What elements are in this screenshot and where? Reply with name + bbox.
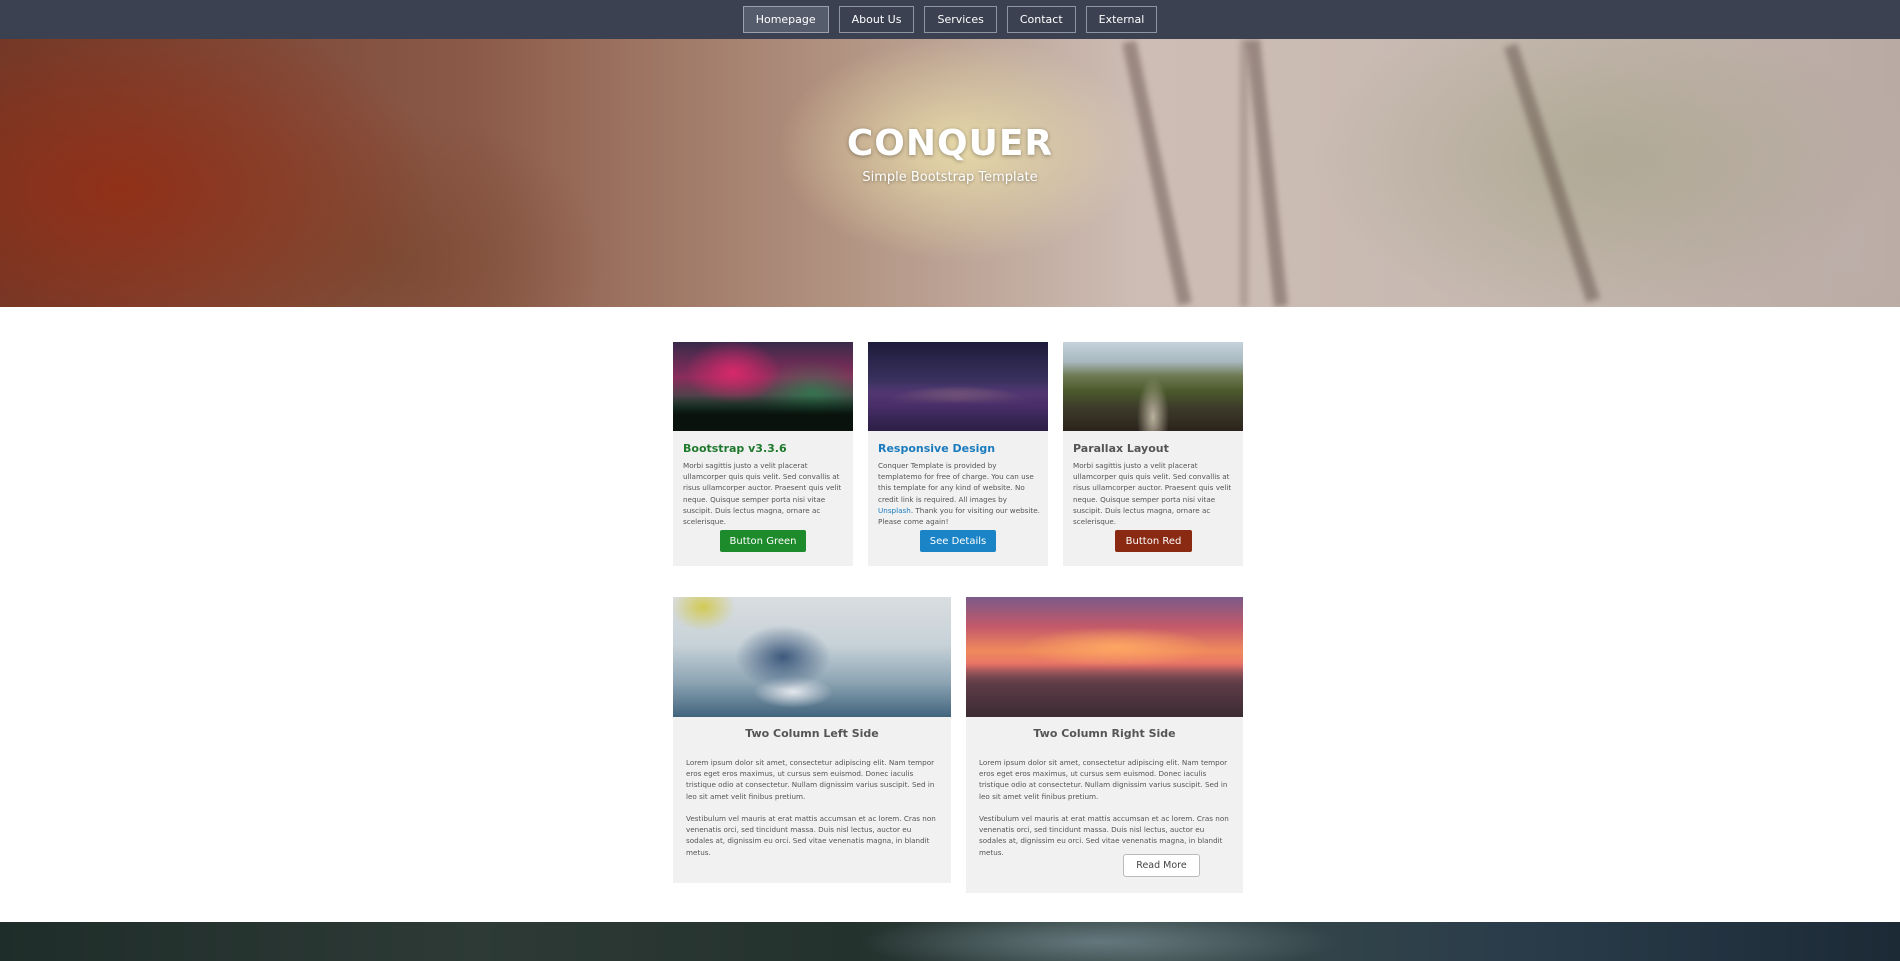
see-details-button[interactable]: See Details [920,530,996,552]
column-title: Two Column Right Side [1033,727,1176,740]
column-paragraph: Vestibulum vel mauris at erat mattis acc… [979,814,1229,857]
nav-external[interactable]: External [1085,6,1158,33]
nav-services[interactable]: Services [924,6,997,33]
nav-about-us[interactable]: About Us [838,6,915,33]
column-paragraph: Lorem ipsum dolor sit amet, consectetur … [686,758,935,801]
card-title: Responsive Design [878,442,996,455]
water-glass-image [673,597,951,717]
parallax-banner [0,922,1900,961]
hero-subtitle: Simple Bootstrap Template [862,170,1038,185]
card-title: Bootstrap v3.3.6 [683,442,787,455]
nav-homepage[interactable]: Homepage [742,6,829,33]
hero-banner: CONQUER Simple Bootstrap Template [0,39,1900,307]
card-text: Morbi sagittis justo a velit placerat ul… [683,461,842,527]
hero-title: CONQUER [846,123,1054,164]
nav-contact[interactable]: Contact [1006,6,1076,33]
aurora-image [673,342,853,431]
column-paragraph: Vestibulum vel mauris at erat mattis acc… [686,814,936,857]
column-paragraph: Lorem ipsum dolor sit amet, consectetur … [979,758,1228,801]
sunset-image [966,597,1243,717]
two-column-right: Two Column Right Side Lorem ipsum dolor … [966,597,1243,893]
two-column-left: Two Column Left Side Lorem ipsum dolor s… [673,597,951,883]
card-title: Parallax Layout [1073,442,1169,455]
button-red[interactable]: Button Red [1115,530,1192,552]
feature-card-bootstrap: Bootstrap v3.3.6 Morbi sagittis justo a … [673,342,853,566]
top-navbar: Homepage About Us Services Contact Exter… [0,0,1900,39]
card-text: Conquer Template is provided by template… [878,461,1040,527]
card-text: Morbi sagittis justo a velit placerat ul… [1073,461,1232,527]
railway-image [1063,342,1243,431]
city-bridge-image [868,342,1048,431]
column-title: Two Column Left Side [745,727,879,740]
button-green[interactable]: Button Green [720,530,806,552]
feature-card-responsive: Responsive Design Conquer Template is pr… [868,342,1048,566]
unsplash-link[interactable]: Unsplash [878,506,911,515]
feature-card-parallax: Parallax Layout Morbi sagittis justo a v… [1063,342,1243,566]
read-more-button[interactable]: Read More [1123,854,1200,877]
